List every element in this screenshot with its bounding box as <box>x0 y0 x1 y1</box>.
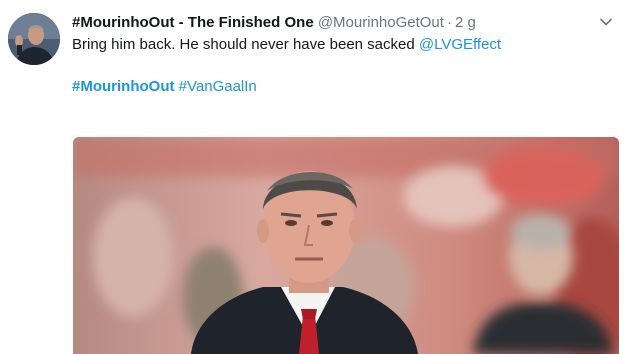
tweet: #MourinhoOut - The Finished One @Mourinh… <box>0 0 630 354</box>
hashtag-link[interactable]: #MourinhoOut <box>72 78 174 95</box>
tweet-text: Bring him back. He should never have bee… <box>72 35 610 55</box>
display-name[interactable]: #MourinhoOut - The Finished One <box>72 14 314 31</box>
avatar[interactable] <box>8 13 60 65</box>
hashtag-link[interactable]: #VanGaalIn <box>179 78 257 95</box>
tweet-text-main: Bring him back. He should never have bee… <box>72 36 419 53</box>
tweet-media-photo[interactable] <box>73 137 619 354</box>
mention-link[interactable]: @LVGEffect <box>419 36 501 53</box>
tweet-header: #MourinhoOut - The Finished One @Mourinh… <box>72 13 590 33</box>
photo-image <box>73 137 619 354</box>
separator-dot: · <box>446 14 452 31</box>
hashtag-line: #MourinhoOut #VanGaalIn <box>72 77 257 97</box>
chevron-down-icon[interactable] <box>598 14 614 30</box>
user-handle[interactable]: @MourinhoGetOut <box>318 14 444 31</box>
avatar-image <box>8 13 60 65</box>
tweet-timestamp[interactable]: 2 g <box>455 14 476 31</box>
